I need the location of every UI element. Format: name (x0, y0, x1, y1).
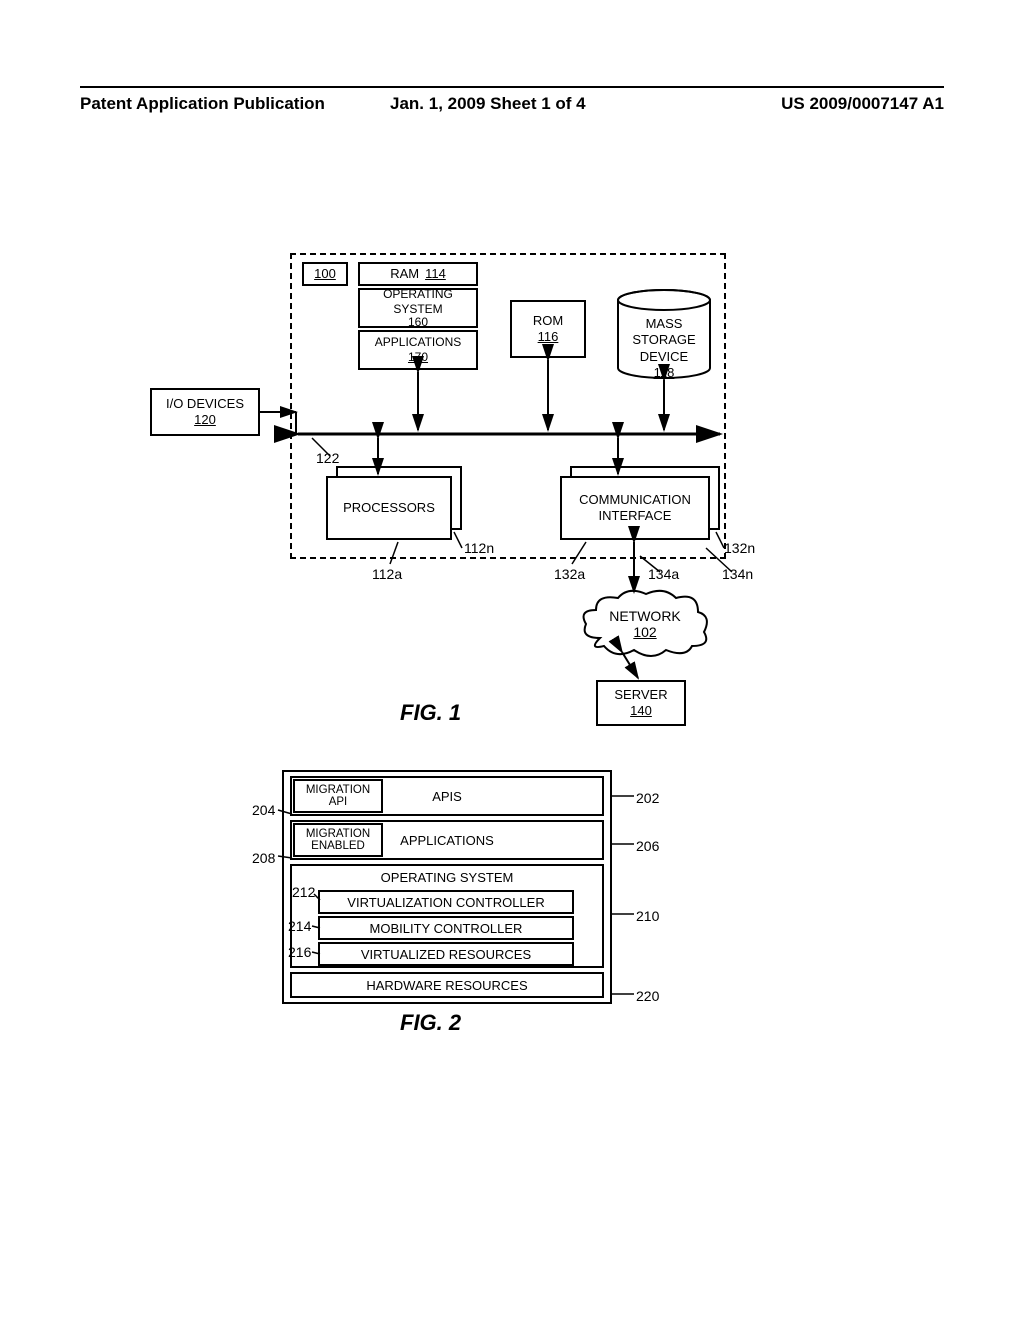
fig1-comm-label: COMMUNICATION INTERFACE (579, 492, 691, 525)
fig2-applications-label: APPLICATIONS (400, 833, 494, 848)
fig1-server-num: 140 (630, 703, 652, 719)
fig1-connector-lines (0, 0, 1024, 1320)
fig1-ram: RAM 114 (358, 262, 478, 286)
fig1-comm-interface: COMMUNICATION INTERFACE (560, 476, 710, 540)
fig1-apps-label: APPLICATIONS (375, 335, 461, 350)
fig2-os-label: OPERATING SYSTEM (381, 870, 514, 885)
fig2-caption: FIG. 2 (400, 1010, 461, 1036)
fig1-io-devices-num: 120 (194, 412, 216, 428)
fig1-ref-132a: 132a (554, 566, 585, 582)
fig1-rom-label: ROM (533, 313, 563, 329)
fig1-network-cloud: NETWORK 102 (580, 588, 710, 658)
fig2-virt-ctrl-label: VIRTUALIZATION CONTROLLER (347, 895, 544, 910)
fig1-ref-100: 100 (302, 262, 348, 286)
fig1-ref-112n: 112n (464, 540, 494, 556)
fig1-apps: APPLICATIONS 170 (358, 330, 478, 370)
fig2-hw-label: HARDWARE RESOURCES (366, 978, 527, 993)
fig1-ref-122: 122 (316, 450, 339, 466)
header-left: Patent Application Publication (80, 94, 325, 114)
fig2-hw-row: HARDWARE RESOURCES (290, 972, 604, 998)
fig1-server-label: SERVER (614, 687, 667, 703)
fig1-processors: PROCESSORS (326, 476, 452, 540)
fig1-caption: FIG. 1 (400, 700, 461, 726)
fig2-ref-206: 206 (636, 838, 659, 854)
fig2-ref-220: 220 (636, 988, 659, 1004)
fig1-ref-112a: 112a (372, 566, 402, 582)
fig1-rom: ROM 116 (510, 300, 586, 358)
fig1-ref-100-text: 100 (314, 266, 336, 282)
fig2-ref-210: 210 (636, 908, 659, 924)
fig1-ram-num: 114 (425, 266, 446, 282)
fig2-virt-res-label: VIRTUALIZED RESOURCES (361, 947, 531, 962)
fig1-io-devices: I/O DEVICES 120 (150, 388, 260, 436)
fig2-ref-204: 204 (252, 802, 275, 818)
fig1-storage-label: MASS STORAGE DEVICE (632, 316, 695, 365)
fig2-mobility-ctrl-label: MOBILITY CONTROLLER (370, 921, 523, 936)
fig2-migration-api: MIGRATION API (293, 779, 383, 813)
fig2-ref-214: 214 (288, 918, 311, 934)
fig1-processors-label: PROCESSORS (343, 500, 435, 516)
fig1-ram-label: RAM (390, 266, 419, 282)
fig2-mobility-ctrl: MOBILITY CONTROLLER (318, 916, 574, 940)
fig2-ref-216: 216 (288, 944, 311, 960)
fig2-ref-212: 212 (292, 884, 315, 900)
fig2-migration-enabled: MIGRATION ENABLED (293, 823, 383, 857)
fig1-ref-132n: 132n (724, 540, 755, 556)
fig1-network-label: NETWORK (580, 608, 710, 624)
fig2-ref-202: 202 (636, 790, 659, 806)
fig1-io-devices-label: I/O DEVICES (166, 396, 244, 412)
fig2-ref-208: 208 (252, 850, 275, 866)
fig1-mass-storage: MASS STORAGE DEVICE 118 (616, 288, 712, 380)
fig2-virt-res: VIRTUALIZED RESOURCES (318, 942, 574, 966)
fig1-network-num: 102 (580, 624, 710, 640)
fig1-os: OPERATING SYSTEM 160 (358, 288, 478, 328)
header-right: US 2009/0007147 A1 (781, 94, 944, 114)
page-header: Patent Application Publication Jan. 1, 2… (80, 86, 944, 94)
fig1-ref-134n: 134n (722, 566, 753, 582)
fig1-rom-num: 116 (538, 329, 559, 345)
fig2-connector-lines (0, 0, 1024, 1320)
fig1-os-num: 160 (408, 315, 428, 330)
header-middle: Jan. 1, 2009 Sheet 1 of 4 (390, 94, 586, 114)
fig1-apps-num: 170 (408, 350, 428, 365)
page: Patent Application Publication Jan. 1, 2… (0, 0, 1024, 1320)
fig1-storage-num: 118 (654, 365, 675, 381)
fig2-virt-ctrl: VIRTUALIZATION CONTROLLER (318, 890, 574, 914)
fig1-server: SERVER 140 (596, 680, 686, 726)
fig2-apis-label: APIS (432, 789, 462, 804)
fig1-ref-134a: 134a (648, 566, 679, 582)
fig1-os-label: OPERATING SYSTEM (383, 287, 453, 317)
